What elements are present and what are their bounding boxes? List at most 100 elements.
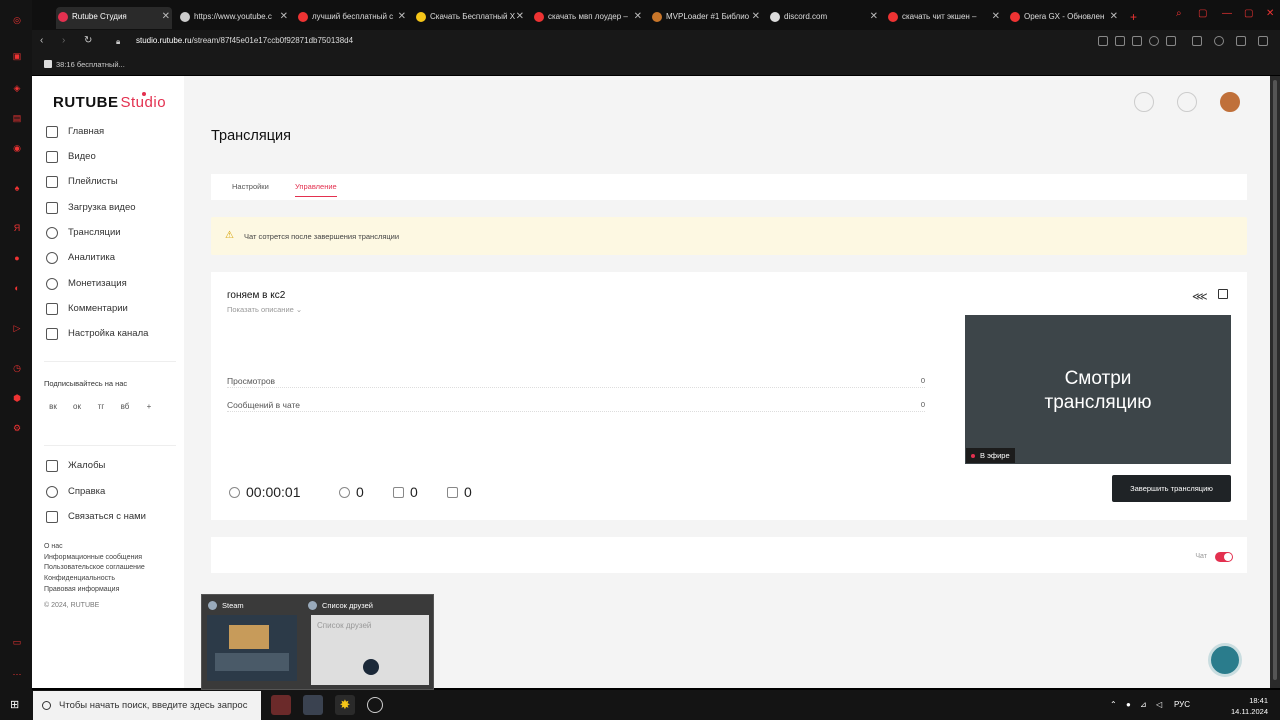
menu-icon[interactable]: ◎ [11, 14, 23, 26]
share-icon[interactable]: ⋘ [1192, 290, 1208, 303]
opera-taskbar-icon[interactable] [271, 695, 291, 715]
page-scrollbar[interactable] [1270, 76, 1280, 688]
stream-preview[interactable]: Смотри трансляцию В эфире [965, 315, 1231, 464]
sidebar-item-contact[interactable]: Связаться с нами [44, 508, 182, 526]
sidebar-item-help[interactable]: Справка [44, 483, 182, 501]
dots-icon[interactable]: ⋯ [11, 668, 23, 680]
extensions-icon[interactable] [1132, 36, 1142, 46]
friends-window-title[interactable]: Список друзей [308, 601, 373, 610]
download-icon[interactable] [1236, 36, 1246, 46]
language-indicator[interactable]: РУС [1174, 700, 1190, 709]
tab-yandex-3[interactable]: скачать чит экшен – ✕ [886, 7, 1002, 29]
maximize-icon[interactable]: ▢ [1244, 8, 1253, 19]
close-tab-icon[interactable]: ✕ [516, 7, 524, 27]
player-icon[interactable]: ▷ [11, 322, 23, 334]
sidebar-item-playlists[interactable]: Плейлисты [44, 173, 182, 191]
close-tab-icon[interactable]: ✕ [398, 7, 406, 27]
snapshot-icon[interactable]: ▢ [1198, 8, 1207, 19]
taskbar-search-input[interactable]: Чтобы начать поиск, введите здесь запрос [33, 691, 261, 720]
search-tabs-icon[interactable]: ⌕ [1176, 8, 1182, 19]
mic-icon[interactable]: ● [1126, 700, 1131, 709]
tab-management[interactable]: Управление [295, 182, 337, 197]
sidebar-item-comments[interactable]: Комментарии [44, 300, 182, 318]
app-taskbar-icon[interactable]: ✸ [335, 695, 355, 715]
tab-settings[interactable]: Настройки [232, 182, 269, 191]
close-tab-icon[interactable]: ✕ [752, 7, 760, 27]
discord-icon[interactable]: ◉ [11, 142, 23, 154]
history-icon[interactable]: ◷ [11, 362, 23, 374]
scrollbar-thumb[interactable] [1273, 80, 1277, 680]
end-stream-button[interactable]: Завершить трансляцию [1112, 475, 1231, 502]
tab-yandex-2[interactable]: скачать мвп лоудер – ✕ [532, 7, 644, 29]
back-icon[interactable]: ‹ [40, 35, 43, 46]
close-tab-icon[interactable]: ✕ [1110, 7, 1118, 27]
close-tab-icon[interactable]: ✕ [870, 7, 878, 27]
profile-icon[interactable] [1214, 36, 1224, 46]
minimize-icon[interactable]: — [1222, 8, 1232, 19]
chat-toggle[interactable] [1215, 552, 1233, 562]
sidebar-item-streams[interactable]: Трансляции [44, 224, 182, 242]
bookmark-item[interactable]: 38:16 бесплатный... [44, 60, 125, 69]
heart-icon[interactable] [1166, 36, 1176, 46]
more-social-icon[interactable]: + [143, 401, 155, 413]
twitch-icon[interactable]: ▤ [11, 112, 23, 124]
steam-window-thumbnail[interactable] [207, 615, 297, 681]
vk-icon[interactable]: вк [47, 401, 59, 413]
tray-chevron-icon[interactable]: ⌃ [1110, 700, 1117, 709]
tab-rutube[interactable]: Rutube Студия ✕ [56, 7, 172, 29]
ext2-icon[interactable]: ◐ [11, 282, 23, 294]
ext-icon[interactable]: ● [11, 252, 23, 264]
camera-icon[interactable] [1115, 36, 1125, 46]
sidebar-item-channel-settings[interactable]: Настройка канала [44, 325, 182, 343]
player-toolbar-icon[interactable] [1149, 36, 1159, 46]
steam-window-title[interactable]: Steam [208, 601, 244, 610]
sidebar-item-analytics[interactable]: Аналитика [44, 249, 182, 267]
more-icon[interactable]: ▭ [11, 636, 23, 648]
avatar[interactable] [1220, 92, 1240, 112]
tab-download[interactable]: Скачать Бесплатный Х ✕ [414, 7, 526, 29]
gx-control-icon[interactable]: ◈ [11, 82, 23, 94]
forward-icon[interactable]: › [62, 35, 65, 46]
friends-window-thumbnail[interactable]: Список друзей [311, 615, 429, 685]
tab-opera[interactable]: Opera GX - Обновлен ✕ [1008, 7, 1120, 29]
new-tab-button[interactable]: + [1126, 7, 1146, 29]
volume-icon[interactable]: ◁ [1156, 700, 1162, 709]
footer-link-privacy[interactable]: Конфиденциальность [44, 575, 115, 582]
footer-link-legal[interactable]: Правовая информация [44, 586, 119, 593]
close-tab-icon[interactable]: ✕ [992, 7, 1000, 27]
windows-start-icon[interactable]: ⊞ [10, 699, 22, 711]
footer-link-info[interactable]: Информационные сообщения [44, 554, 142, 561]
sidebar-item-home[interactable]: Главная [44, 123, 182, 141]
notifications-icon[interactable] [1177, 92, 1197, 112]
close-tab-icon[interactable]: ✕ [280, 7, 288, 27]
reload-icon[interactable]: ↻ [84, 35, 92, 46]
box-icon[interactable]: ⬢ [11, 392, 23, 404]
steam-taskbar-icon[interactable] [303, 695, 323, 715]
gx-corner-icon[interactable]: ♠ [11, 182, 23, 194]
install-icon[interactable] [1098, 36, 1108, 46]
settings-icon[interactable]: ⚙ [11, 422, 23, 434]
tab-yandex-1[interactable]: лучший бесплатный с ✕ [296, 7, 408, 29]
tab-youtube[interactable]: https://www.youtube.c ✕ [178, 7, 290, 29]
show-description-link[interactable]: Показать описание ⌄ [227, 305, 302, 314]
speed-dial-icon[interactable]: ▣ [11, 50, 23, 62]
sidebar-item-complaints[interactable]: Жалобы [44, 457, 182, 475]
browser-menu-icon[interactable] [1258, 36, 1268, 46]
external-link-icon[interactable] [1218, 289, 1228, 299]
taskbar-clock[interactable]: 18:41 14.11.2024 [1231, 695, 1268, 717]
url-field[interactable]: studio.rutube.ru/stream/87f45e01e17ccb0f… [136, 36, 353, 45]
close-tab-icon[interactable]: ✕ [634, 7, 642, 27]
sidebar-item-monetization[interactable]: Монетизация [44, 275, 182, 293]
close-window-icon[interactable]: ✕ [1266, 8, 1274, 19]
rutube-studio-logo[interactable]: RUTUBE Studio [53, 92, 166, 111]
obs-taskbar-icon[interactable] [367, 697, 383, 713]
tab-mvploader[interactable]: MVPLoader #1 Библио ✕ [650, 7, 762, 29]
sidebar-item-video[interactable]: Видео [44, 148, 182, 166]
network-icon[interactable]: ⊿ [1140, 700, 1147, 709]
support-chat-button[interactable] [1208, 643, 1242, 677]
yandex-icon[interactable]: Я [11, 222, 23, 234]
telegram-icon[interactable]: тг [95, 401, 107, 413]
sidebar-item-upload[interactable]: Загрузка видео [44, 199, 182, 217]
close-tab-icon[interactable]: ✕ [162, 7, 170, 27]
ok-icon[interactable]: ок [71, 401, 83, 413]
